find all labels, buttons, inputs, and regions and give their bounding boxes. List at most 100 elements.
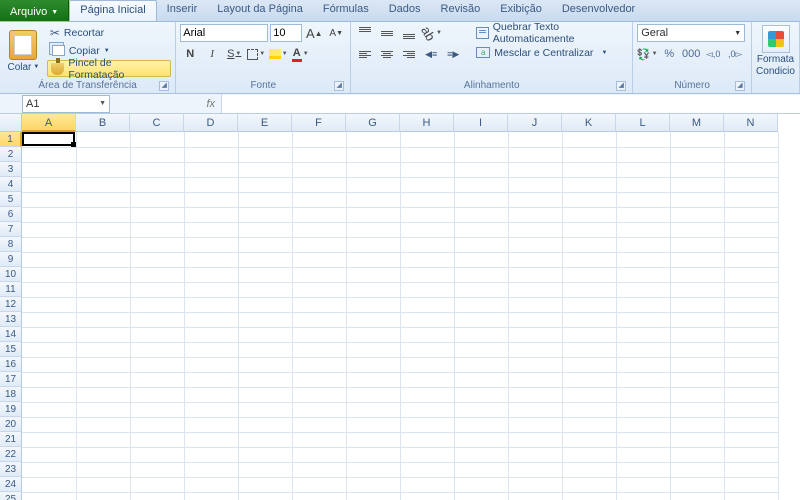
cell[interactable] [724,192,778,207]
cell[interactable] [238,162,292,177]
cell[interactable] [724,402,778,417]
cell[interactable] [508,267,562,282]
row-header[interactable]: 6 [0,207,22,222]
cell[interactable] [724,267,778,282]
cell[interactable] [454,462,508,477]
cell[interactable] [562,402,616,417]
row-header[interactable]: 10 [0,267,22,282]
tab-review[interactable]: Revisão [431,0,491,21]
cell[interactable] [454,207,508,222]
cell[interactable] [724,312,778,327]
cell[interactable] [346,432,400,447]
cell[interactable] [454,312,508,327]
cell[interactable] [130,417,184,432]
column-header[interactable]: K [562,114,616,132]
column-header[interactable]: L [616,114,670,132]
cell[interactable] [454,402,508,417]
cell[interactable] [724,477,778,492]
font-size-combo[interactable] [270,24,302,42]
cell[interactable] [238,477,292,492]
cell[interactable] [184,492,238,500]
column-header[interactable]: B [76,114,130,132]
row-header[interactable]: 20 [0,417,22,432]
cell[interactable] [292,477,346,492]
cell[interactable] [184,357,238,372]
cell[interactable] [508,222,562,237]
paste-button[interactable]: Colar▼ [4,24,43,78]
cell[interactable] [184,162,238,177]
cell[interactable] [130,177,184,192]
cell[interactable] [724,132,778,147]
fill-color-button[interactable]: ▼ [268,45,288,63]
cell[interactable] [346,462,400,477]
cell[interactable] [670,462,724,477]
cell[interactable] [346,177,400,192]
cell[interactable] [22,312,76,327]
cell[interactable] [22,177,76,192]
column-header[interactable]: I [454,114,508,132]
cell[interactable] [292,282,346,297]
cell[interactable] [670,417,724,432]
cell[interactable] [184,177,238,192]
cell[interactable] [22,162,76,177]
cell[interactable] [76,462,130,477]
cell[interactable] [616,132,670,147]
cell[interactable] [238,297,292,312]
bold-button[interactable]: N [180,45,200,63]
tab-data[interactable]: Dados [379,0,431,21]
cell[interactable] [184,312,238,327]
cell[interactable] [562,357,616,372]
cell[interactable] [346,417,400,432]
tab-page-layout[interactable]: Layout da Página [207,0,313,21]
cell[interactable] [346,147,400,162]
cell[interactable] [22,462,76,477]
column-header[interactable]: H [400,114,454,132]
cell[interactable] [22,492,76,500]
cells-area[interactable] [22,132,779,500]
cell[interactable] [616,402,670,417]
cell[interactable] [724,162,778,177]
cell[interactable] [130,342,184,357]
cell[interactable] [670,402,724,417]
cell[interactable] [346,132,400,147]
cell[interactable] [22,192,76,207]
cell[interactable] [616,462,670,477]
cell[interactable] [292,147,346,162]
cell[interactable] [454,477,508,492]
cell[interactable] [292,252,346,267]
cell[interactable] [184,282,238,297]
cell[interactable] [562,132,616,147]
cell[interactable] [130,492,184,500]
cell[interactable] [238,372,292,387]
cell[interactable] [238,462,292,477]
accounting-format-button[interactable]: 💱▼ [637,45,657,63]
dialog-launcher-icon[interactable]: ◢ [735,81,745,91]
cell[interactable] [76,267,130,282]
wrap-text-button[interactable]: Quebrar Texto Automaticamente [473,24,628,41]
cell[interactable] [724,447,778,462]
cell[interactable] [724,357,778,372]
cell[interactable] [22,432,76,447]
cell[interactable] [130,192,184,207]
cell[interactable] [238,417,292,432]
cell[interactable] [76,147,130,162]
cell[interactable] [400,342,454,357]
tab-formulas[interactable]: Fórmulas [313,0,379,21]
cell[interactable] [22,132,76,147]
row-header[interactable]: 7 [0,222,22,237]
cell[interactable] [508,477,562,492]
cell[interactable] [346,447,400,462]
column-header[interactable]: G [346,114,400,132]
cell[interactable] [616,327,670,342]
cell[interactable] [76,447,130,462]
cell[interactable] [508,297,562,312]
cell[interactable] [76,237,130,252]
cell[interactable] [454,267,508,282]
cell[interactable] [76,222,130,237]
cell[interactable] [508,207,562,222]
cell[interactable] [508,447,562,462]
cell[interactable] [562,162,616,177]
cell[interactable] [400,297,454,312]
cell[interactable] [184,402,238,417]
cell[interactable] [346,327,400,342]
